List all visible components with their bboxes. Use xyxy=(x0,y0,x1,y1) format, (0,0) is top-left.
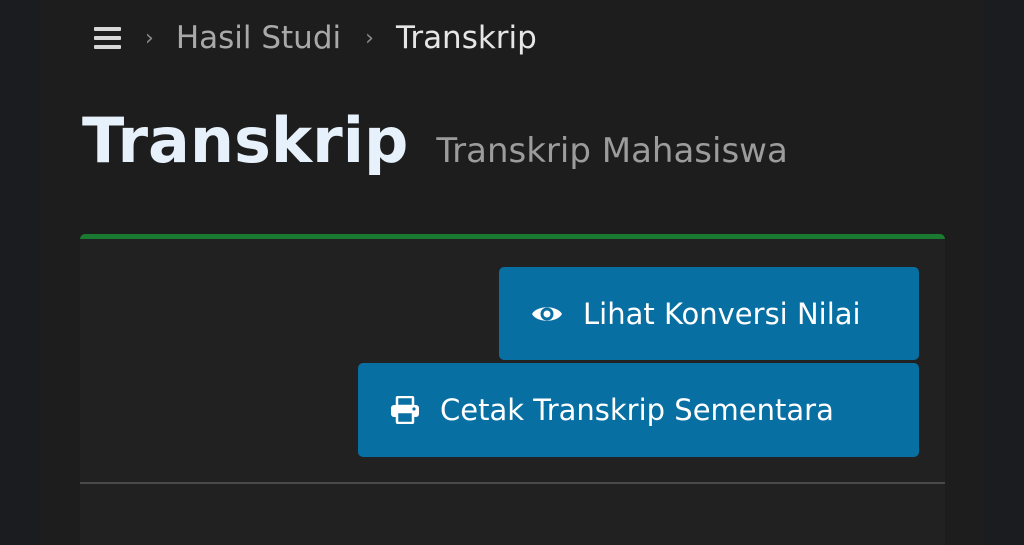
eye-icon xyxy=(531,303,563,325)
breadcrumb-separator: › xyxy=(365,25,374,51)
view-conversion-button[interactable]: Lihat Konversi Nilai xyxy=(499,267,919,360)
page-title: Transkrip xyxy=(82,104,409,177)
hamburger-icon[interactable] xyxy=(94,27,121,49)
print-transcript-label: Cetak Transkrip Sementara xyxy=(440,393,834,427)
section-divider xyxy=(80,482,945,484)
view-conversion-label: Lihat Konversi Nilai xyxy=(583,296,861,331)
page-header: Transkrip Transkrip Mahasiswa xyxy=(82,104,788,177)
breadcrumb-separator: › xyxy=(145,25,154,51)
page-subtitle: Transkrip Mahasiswa xyxy=(436,131,788,171)
breadcrumb-item-hasil-studi[interactable]: Hasil Studi xyxy=(176,20,341,56)
print-transcript-button[interactable]: Cetak Transkrip Sementara xyxy=(358,363,919,457)
breadcrumb-item-transkrip: Transkrip xyxy=(395,20,537,56)
page-container: › Hasil Studi › Transkrip Transkrip Tran… xyxy=(40,0,984,545)
printer-icon xyxy=(390,396,420,424)
breadcrumb: › Hasil Studi › Transkrip xyxy=(94,14,537,62)
transcript-card: Lihat Konversi Nilai Cetak Transkrip Sem… xyxy=(80,234,945,545)
